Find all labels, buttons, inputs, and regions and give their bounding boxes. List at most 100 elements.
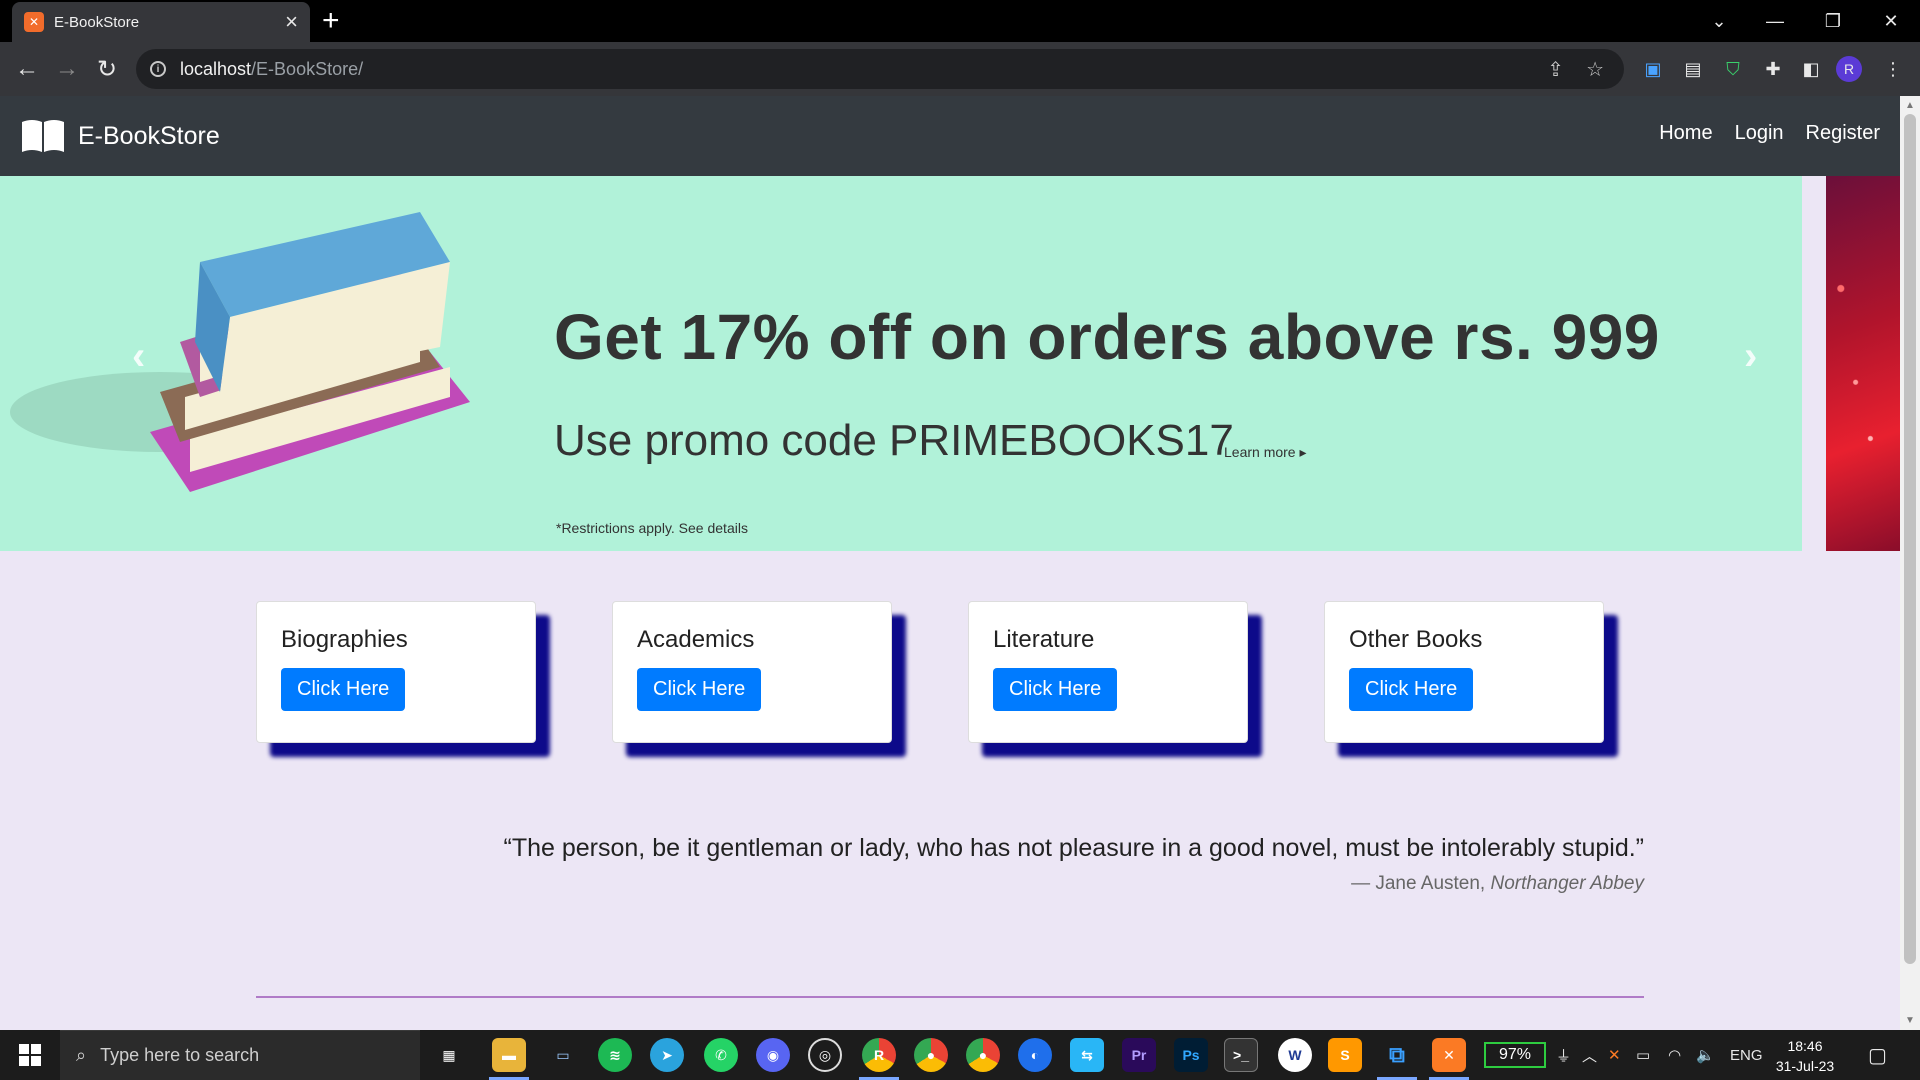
vscode-icon[interactable]: ⧉: [1380, 1038, 1414, 1072]
battery-tray-icon[interactable]: ▭: [1636, 1030, 1650, 1080]
volume-icon[interactable]: 🔈: [1696, 1030, 1715, 1080]
restrictions-text[interactable]: *Restrictions apply. See details: [556, 520, 748, 536]
task-view-icon[interactable]: ▦: [432, 1038, 466, 1072]
language-indicator[interactable]: ENG: [1730, 1030, 1763, 1080]
xampp-icon: ✕: [24, 12, 44, 32]
browser-menu-icon[interactable]: ⋮: [1878, 54, 1908, 84]
quote-author: — Jane Austen,: [1351, 873, 1491, 894]
photoshop-icon[interactable]: Ps: [1174, 1038, 1208, 1072]
other-books-button[interactable]: Click Here: [1349, 668, 1474, 711]
shield-extension-icon[interactable]: ⛉: [1718, 54, 1748, 84]
reload-icon[interactable]: ↻: [90, 52, 124, 86]
literature-button[interactable]: Click Here: [993, 668, 1118, 711]
xampp-icon[interactable]: ✕: [1432, 1038, 1466, 1072]
promo-carousel: Get 17% off on orders above rs. 999 Use …: [0, 176, 1900, 551]
share-app-icon[interactable]: ⇆: [1070, 1038, 1104, 1072]
card-title: Biographies: [281, 626, 408, 653]
extensions-puzzle-icon[interactable]: ✚: [1758, 54, 1788, 84]
word-app-icon[interactable]: W: [1278, 1038, 1312, 1072]
file-explorer-icon[interactable]: ▬: [492, 1038, 526, 1072]
notifications-icon[interactable]: ▢: [1868, 1030, 1887, 1080]
show-hidden-icons[interactable]: ︿: [1582, 1030, 1597, 1080]
quote-source: Northanger Abbey: [1490, 873, 1644, 894]
restore-button[interactable]: ❐: [1804, 0, 1862, 42]
learn-more-link[interactable]: Learn more ▸: [1224, 444, 1307, 461]
nav-home-link[interactable]: Home: [1659, 122, 1712, 145]
address-bar[interactable]: i localhost /E-BookStore/ ⇪ ☆: [136, 49, 1624, 89]
carousel-slide: Get 17% off on orders above rs. 999 Use …: [0, 176, 1802, 551]
firefox-icon[interactable]: ◐: [1018, 1038, 1052, 1072]
url-host: localhost: [180, 58, 252, 79]
bookmark-star-icon[interactable]: ☆: [1586, 57, 1604, 82]
chrome-profile-r-icon[interactable]: R: [862, 1038, 896, 1072]
section-divider: [256, 996, 1644, 998]
card-title: Other Books: [1349, 626, 1483, 653]
carousel-next-icon[interactable]: ›: [1744, 334, 1757, 379]
taskbar-search[interactable]: ⌕ Type here to search: [60, 1030, 420, 1080]
extension-icon[interactable]: ▤: [1678, 54, 1708, 84]
nav-login-link[interactable]: Login: [1735, 122, 1784, 145]
quote-block: “The person, be it gentleman or lady, wh…: [256, 834, 1644, 895]
url-path: /E-BookStore/: [251, 58, 364, 79]
site-navbar: E-BookStore Home Login Register: [0, 96, 1900, 176]
clock-date: 31-Jul-23: [1775, 1058, 1835, 1074]
biographies-button[interactable]: Click Here: [281, 668, 406, 711]
premiere-pro-icon[interactable]: Pr: [1122, 1038, 1156, 1072]
web-page: E-BookStore Home Login Register Get 17% …: [0, 96, 1900, 1030]
browser-tab[interactable]: ✕ E-BookStore ×: [12, 2, 310, 42]
scrollbar-thumb[interactable]: [1904, 114, 1916, 964]
nav-links: Home Login Register: [1659, 122, 1880, 145]
spotify-icon[interactable]: ≋: [598, 1038, 632, 1072]
card-title: Literature: [993, 626, 1095, 653]
card-title: Academics: [637, 626, 755, 653]
screenshot-extension-icon[interactable]: ▣: [1638, 54, 1668, 84]
windows-start-button[interactable]: [0, 1030, 60, 1080]
category-cards: Biographies Click Here Academics Click H…: [256, 601, 1604, 743]
promo-code-text: Use promo code PRIMEBOOKS17: [554, 416, 1234, 465]
clock-time: 18:46: [1787, 1038, 1823, 1054]
sublime-text-icon[interactable]: S: [1328, 1038, 1362, 1072]
whatsapp-icon[interactable]: ✆: [704, 1038, 738, 1072]
battery-indicator[interactable]: 97%: [1484, 1042, 1546, 1068]
telegram-icon[interactable]: ➤: [650, 1038, 684, 1072]
xampp-tray-icon[interactable]: ✕: [1608, 1030, 1621, 1080]
category-card-other-books: Other Books Click Here: [1324, 601, 1604, 743]
page-scrollbar[interactable]: ▲ ▼: [1900, 96, 1920, 1030]
quote-text: “The person, be it gentleman or lady, wh…: [503, 834, 1644, 862]
terminal-icon[interactable]: >_: [1224, 1038, 1258, 1072]
wifi-icon[interactable]: ◠: [1668, 1030, 1681, 1080]
side-panel-icon[interactable]: ◧: [1796, 54, 1826, 84]
search-icon: ⌕: [76, 1045, 87, 1065]
taskbar-clock[interactable]: 18:46 31-Jul-23: [1770, 1036, 1840, 1076]
site-info-icon[interactable]: i: [150, 61, 166, 77]
browser-toolbar: ← → ↻ i localhost /E-BookStore/ ⇪ ☆ ▣ ▤ …: [0, 42, 1920, 96]
tab-search-icon[interactable]: ⌄: [1690, 0, 1748, 42]
carousel-prev-icon[interactable]: ‹: [132, 334, 145, 379]
minimize-button[interactable]: —: [1746, 0, 1804, 42]
forward-icon[interactable]: →: [50, 52, 84, 86]
discord-icon[interactable]: ◉: [756, 1038, 790, 1072]
brand-link[interactable]: E-BookStore: [20, 118, 220, 154]
profile-avatar[interactable]: R: [1836, 56, 1862, 82]
obs-icon[interactable]: ◎: [808, 1038, 842, 1072]
next-slide-preview: [1826, 176, 1900, 551]
scroll-down-icon[interactable]: ▼: [1905, 1015, 1915, 1026]
nav-register-link[interactable]: Register: [1806, 122, 1880, 145]
new-tab-button[interactable]: +: [322, 4, 340, 38]
category-card-academics: Academics Click Here: [612, 601, 892, 743]
share-icon[interactable]: ⇪: [1547, 57, 1564, 82]
academics-button[interactable]: Click Here: [637, 668, 762, 711]
scroll-up-icon[interactable]: ▲: [1905, 100, 1915, 111]
close-tab-icon[interactable]: ×: [285, 11, 298, 33]
chrome-icon[interactable]: ●: [914, 1038, 948, 1072]
quote-attribution: — Jane Austen, Northanger Abbey: [256, 873, 1644, 895]
back-icon[interactable]: ←: [10, 52, 44, 86]
browser-tabstrip: ✕ E-BookStore × + ⌄ — ❐ ✕: [0, 0, 1920, 42]
chrome-dev-icon[interactable]: ●: [966, 1038, 1000, 1072]
brand-name: E-BookStore: [78, 121, 220, 150]
windows-logo-icon: [19, 1044, 41, 1066]
laptop-app-icon[interactable]: ▭: [546, 1038, 580, 1072]
power-plug-icon: ⏚: [1556, 1047, 1572, 1065]
open-book-icon: [22, 120, 64, 152]
close-window-button[interactable]: ✕: [1862, 0, 1920, 42]
